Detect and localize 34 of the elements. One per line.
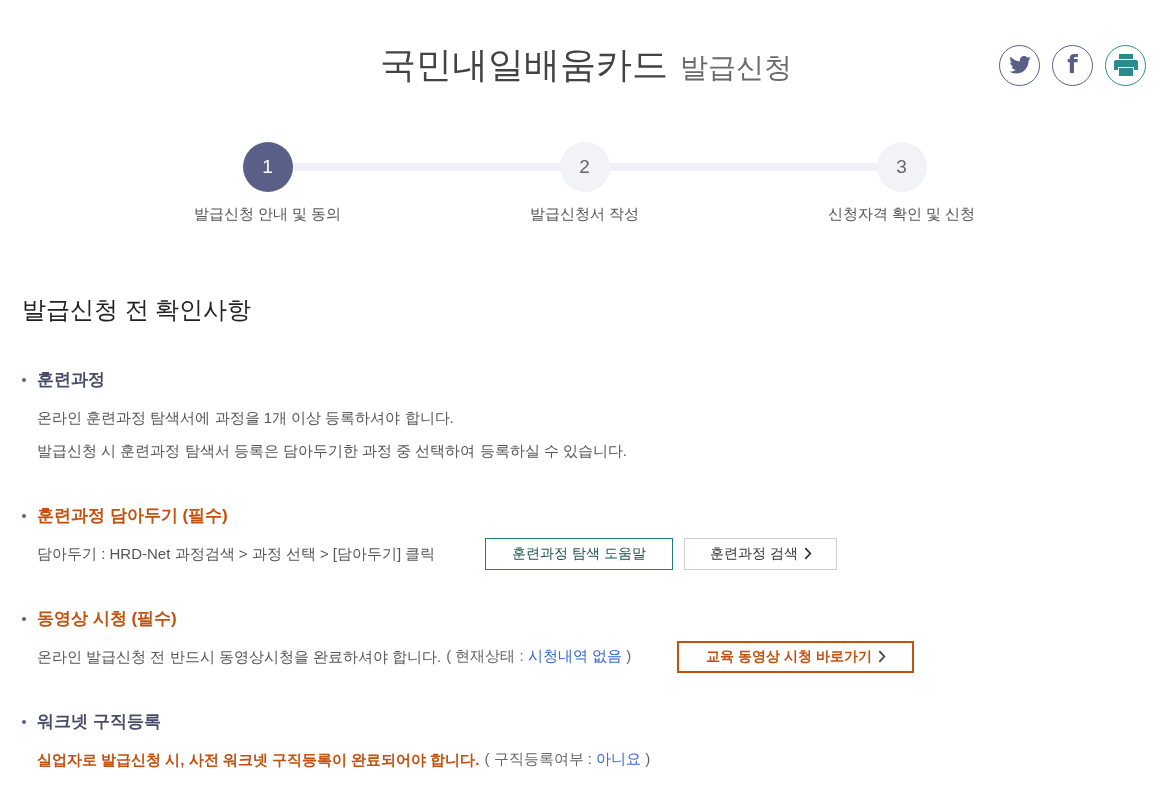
page-subtitle: 발급신청 — [679, 50, 792, 85]
printer-icon — [1113, 54, 1138, 76]
bullet-icon — [22, 378, 26, 382]
section-heading: 발급신청 전 확인사항 — [22, 295, 252, 325]
bullet-icon — [22, 514, 26, 518]
step-label: 발급신청서 작성 — [529, 204, 640, 224]
description-text: 담아두기 : HRD-Net 과정검색 > 과정 선택 > [담아두기] 클릭 — [37, 544, 436, 564]
item-title: 워크넷 구직등록 — [37, 711, 161, 733]
print-button[interactable] — [1105, 44, 1146, 86]
status-text: ( 구직등록여부 : 아니요 ) — [484, 750, 651, 769]
item-title: 동영상 시청 (필수) — [37, 608, 177, 630]
video-link-button[interactable]: 교육 동영상 시청 바로가기 — [677, 640, 915, 673]
help-button[interactable]: 훈련과정 탐색 도움말 — [485, 537, 674, 570]
description-text: 온라인 훈련과정 탐색서에 과정을 1개 이상 등록하셔야 합니다. — [37, 408, 454, 428]
description-text: 온라인 발급신청 전 반드시 동영상시청을 완료하셔야 합니다. — [37, 647, 442, 667]
step-number: 2 — [559, 142, 610, 192]
notice-text: 실업자로 발급신청 시, 사전 워크넷 구직등록이 완료되어야 합니다. — [37, 750, 480, 770]
share-button[interactable]: f — [1052, 44, 1093, 86]
chevron-right-icon — [877, 650, 886, 663]
page-title: 국민내일배움카드 — [379, 42, 668, 87]
search-button[interactable]: 훈련과정 검색 — [684, 537, 838, 570]
step-label: 신청자격 확인 및 신청 — [827, 204, 976, 224]
step-label: 발급신청 안내 및 동의 — [193, 204, 342, 224]
share-button[interactable] — [999, 44, 1040, 86]
step-number: 1 — [242, 142, 293, 192]
bird-icon — [1008, 56, 1031, 74]
status-text: ( 현재상태 : 시청내역 없음 ) — [446, 647, 632, 666]
bullet-icon — [22, 720, 26, 724]
item-title: 훈련과정 담아두기 (필수) — [37, 505, 228, 527]
chevron-right-icon — [803, 547, 812, 560]
step-number: 3 — [876, 142, 927, 192]
description-text: 발급신청 시 훈련과정 탐색서 등록은 담아두기한 과정 중 선택하여 등록하실 수 있습니다. — [37, 441, 627, 461]
item-title: 훈련과정 — [37, 369, 105, 391]
bullet-icon — [22, 617, 26, 621]
